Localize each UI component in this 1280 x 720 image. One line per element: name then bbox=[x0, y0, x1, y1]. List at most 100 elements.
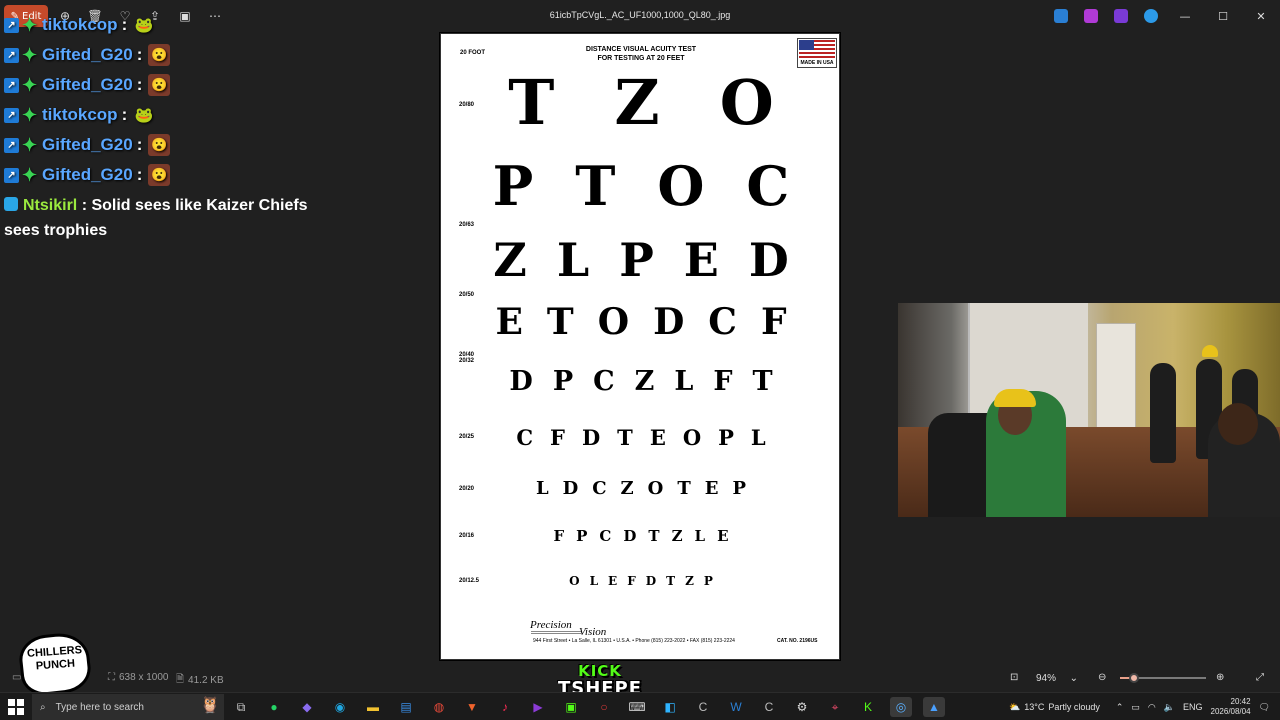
chart-letter: Z bbox=[685, 574, 694, 588]
chart-letter: E bbox=[495, 301, 523, 343]
clock-time: 20:42 bbox=[1230, 697, 1251, 706]
obs-icon[interactable]: ◎ bbox=[890, 697, 912, 717]
chat-username: Gifted_G20 bbox=[42, 135, 133, 154]
taskbar-apps: ⧉ ● ◆ ◉ ▬ ▤ ◍ ▼ ♪ ▶ ▣ ○ ⌨ ◧ C W C ⚙ ⌖ K … bbox=[230, 697, 945, 717]
chart-letter: Z bbox=[634, 366, 655, 397]
maps-icon[interactable]: ⌖ bbox=[824, 697, 846, 717]
brave-icon[interactable]: ▼ bbox=[461, 697, 483, 717]
cortana-icon[interactable]: C bbox=[758, 697, 780, 717]
volume-icon[interactable]: 🔈 bbox=[1164, 702, 1175, 713]
language-indicator[interactable]: ENG bbox=[1183, 702, 1203, 712]
chart-letter: F bbox=[760, 301, 787, 343]
file-icon: 🗎 bbox=[176, 674, 185, 685]
chart-letter: L bbox=[589, 574, 599, 588]
chart-letter: L bbox=[535, 478, 549, 499]
acuity-label: 20/25 bbox=[459, 434, 475, 440]
photos-taskbar-icon[interactable]: ▲ bbox=[923, 697, 945, 717]
photos-app-icon[interactable] bbox=[1054, 9, 1068, 23]
zoom-slider[interactable] bbox=[1120, 673, 1206, 683]
chart-letter: O bbox=[682, 425, 702, 450]
chat-username: Gifted_G20 bbox=[42, 45, 133, 64]
chart-letter: L bbox=[694, 527, 706, 545]
clipchamp-icon[interactable] bbox=[1084, 9, 1098, 23]
designer-icon[interactable] bbox=[1114, 9, 1128, 23]
chart-letter: F bbox=[713, 366, 733, 397]
whatsapp-icon[interactable]: ● bbox=[263, 697, 285, 717]
minimize-button[interactable]: — bbox=[1174, 6, 1196, 26]
opera-icon[interactable]: ○ bbox=[593, 697, 615, 717]
chart-letter: O bbox=[657, 154, 705, 218]
wifi-icon[interactable]: ◠ bbox=[1148, 702, 1156, 713]
copilot-icon[interactable]: ◆ bbox=[296, 697, 318, 717]
image-viewport[interactable]: 20 FOOT DISTANCE VISUAL ACUITY TEST FOR … bbox=[439, 32, 841, 661]
zoom-out-icon[interactable]: ⊖ bbox=[1098, 672, 1106, 683]
chart-letter-row: DPCZLFT bbox=[465, 368, 817, 395]
brand-vision: Vision bbox=[579, 626, 607, 638]
acuity-label: 20/50 bbox=[459, 292, 475, 298]
notifications-icon[interactable]: 🗨 bbox=[1259, 702, 1270, 713]
chart-letter: P bbox=[552, 366, 574, 397]
zoom-dropdown[interactable]: 94% ⌄ bbox=[1030, 668, 1084, 688]
clock-date: 2026/08/04 bbox=[1210, 707, 1251, 716]
weather-desc: Partly cloudy bbox=[1048, 702, 1100, 712]
chart-letter: T bbox=[648, 527, 660, 545]
chat-message: ↗ ✦ Gifted_G20: 😮 bbox=[4, 40, 324, 70]
chevron-up-icon[interactable]: ⌃ bbox=[1116, 702, 1124, 713]
kick-app-icon[interactable]: ▣ bbox=[560, 697, 582, 717]
onedrive-icon[interactable] bbox=[1144, 9, 1158, 23]
taskbar-search[interactable]: ⌕ Type here to search 🦉 bbox=[32, 694, 224, 720]
chart-letter-row: TZO bbox=[465, 72, 817, 134]
gifter-badge-icon: ✦ bbox=[21, 164, 38, 185]
chart-address: 944 First Street • La Salle, IL 61301 • … bbox=[533, 638, 735, 644]
flag-label: MADE IN USA bbox=[800, 60, 834, 66]
tiktok-icon[interactable]: ♪ bbox=[494, 697, 516, 717]
fit-to-window-icon[interactable]: ⊡ bbox=[1010, 672, 1018, 683]
controller-icon[interactable]: ⌨ bbox=[626, 697, 648, 717]
chart-letter: O bbox=[569, 574, 580, 588]
network-icon[interactable]: ▭ bbox=[1131, 702, 1140, 713]
media-app-icon[interactable]: ▶ bbox=[527, 697, 549, 717]
kick-badge-icon: ↗ bbox=[4, 107, 19, 123]
frog-emote-icon: 🐸 bbox=[134, 17, 154, 34]
cursor-app-icon[interactable]: C bbox=[692, 697, 714, 717]
chart-letter: Z bbox=[620, 478, 634, 499]
maximize-button[interactable]: ☐ bbox=[1212, 6, 1234, 26]
chrome-icon[interactable]: ◍ bbox=[428, 697, 450, 717]
chart-letter: Z bbox=[671, 527, 683, 545]
logo-text: CHILLERS PUNCH bbox=[23, 644, 87, 674]
chart-letter-row: CFDTEOPL bbox=[465, 427, 817, 448]
chart-letter: O bbox=[647, 478, 664, 499]
chart-letter: E bbox=[608, 574, 618, 588]
fullscreen-icon[interactable]: ⤢ bbox=[1256, 672, 1264, 683]
chart-letter: C bbox=[599, 527, 612, 545]
capcut-icon[interactable]: ◧ bbox=[659, 697, 681, 717]
chat-message: Ntsikirl : Solid sees like Kaizer Chiefs… bbox=[4, 197, 308, 239]
frog-emote-icon: 🐸 bbox=[134, 107, 154, 124]
chart-letter: E bbox=[704, 478, 719, 499]
search-icon: ⌕ bbox=[40, 702, 46, 713]
word-icon[interactable]: W bbox=[725, 697, 747, 717]
gifter-badge-icon: ✦ bbox=[21, 44, 38, 65]
store-icon[interactable]: ▤ bbox=[395, 697, 417, 717]
chart-letter: Z bbox=[614, 66, 660, 139]
chart-letter: P bbox=[718, 425, 734, 450]
face-emote-icon: 😮 bbox=[148, 134, 171, 156]
weather-widget[interactable]: ⛅ 13°C Partly cloudy bbox=[1009, 702, 1100, 713]
chart-title: DISTANCE VISUAL ACUITY TEST bbox=[585, 46, 697, 53]
chart-letter-row: ZLPED bbox=[465, 237, 817, 283]
edge-icon[interactable]: ◉ bbox=[329, 697, 351, 717]
zoom-in-icon[interactable]: ⊕ bbox=[1216, 672, 1224, 683]
task-view-icon[interactable]: ⧉ bbox=[230, 697, 252, 717]
acuity-label: 20/12.5 bbox=[459, 578, 480, 584]
kick-studio-icon[interactable]: K bbox=[857, 697, 879, 717]
start-button[interactable] bbox=[8, 699, 24, 715]
filesize-text: 41.2 KB bbox=[188, 675, 224, 686]
settings-icon[interactable]: ⚙ bbox=[791, 697, 813, 717]
file-explorer-icon[interactable]: ▬ bbox=[362, 697, 384, 717]
chart-letter: T bbox=[575, 154, 616, 218]
clock[interactable]: 20:42 2026/08/04 bbox=[1211, 697, 1251, 717]
chart-letter: T bbox=[752, 366, 773, 397]
kick-badge-icon: ↗ bbox=[4, 17, 19, 33]
zoom-slider-thumb[interactable] bbox=[1128, 673, 1139, 683]
close-button[interactable]: ✕ bbox=[1250, 6, 1272, 26]
